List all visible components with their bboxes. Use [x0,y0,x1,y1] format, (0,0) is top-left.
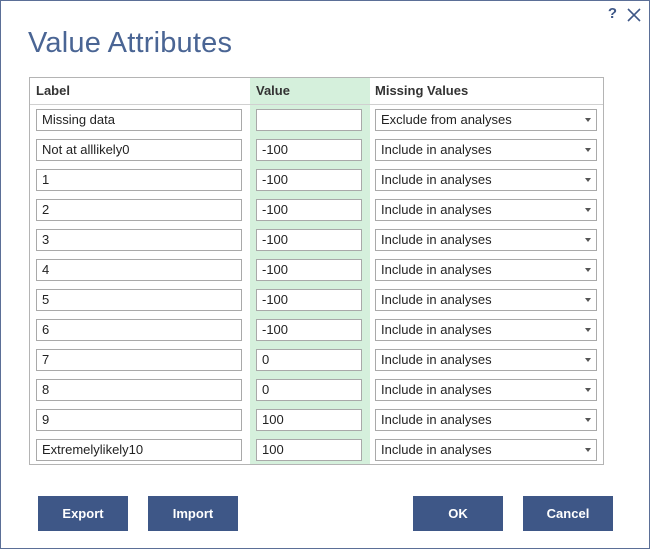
missing-values-selected: Include in analyses [381,352,492,367]
chevron-down-icon[interactable] [585,358,591,362]
missing-values-dropdown[interactable]: Exclude from analyses [375,109,597,131]
value-input[interactable]: -100 [256,169,362,191]
missing-values-dropdown[interactable]: Include in analyses [375,379,597,401]
value-input[interactable]: -100 [256,259,362,281]
cancel-button[interactable]: Cancel [523,496,613,531]
chevron-down-icon[interactable] [585,208,591,212]
close-icon[interactable] [627,7,641,22]
table-row: 8 0 Include in analyses [30,379,603,403]
missing-values-selected: Include in analyses [381,412,492,427]
missing-values-dropdown[interactable]: Include in analyses [375,289,597,311]
missing-values-selected: Include in analyses [381,172,492,187]
value-input[interactable]: -100 [256,139,362,161]
missing-values-selected: Include in analyses [381,292,492,307]
value-input[interactable]: 0 [256,349,362,371]
missing-values-dropdown[interactable]: Include in analyses [375,169,597,191]
missing-values-selected: Include in analyses [381,382,492,397]
export-button[interactable]: Export [38,496,128,531]
label-column-header: Label [36,83,70,98]
label-input[interactable]: 8 [36,379,242,401]
import-button[interactable]: Import [148,496,238,531]
table-row: 5 -100 Include in analyses [30,289,603,313]
value-column-header: Value [256,83,290,98]
help-icon[interactable]: ? [608,5,617,23]
label-input[interactable]: 2 [36,199,242,221]
dialog-title: Value Attributes [28,27,233,59]
table-row: 7 0 Include in analyses [30,349,603,373]
ok-button[interactable]: OK [413,496,503,531]
label-input[interactable]: Not at alllikely0 [36,139,242,161]
chevron-down-icon[interactable] [585,268,591,272]
missing-values-dropdown[interactable]: Include in analyses [375,229,597,251]
table-row: 1 -100 Include in analyses [30,169,603,193]
value-input[interactable]: -100 [256,229,362,251]
missing-values-dropdown[interactable]: Include in analyses [375,409,597,431]
label-input[interactable]: 6 [36,319,242,341]
label-input[interactable]: 1 [36,169,242,191]
value-attributes-grid: Label Value Missing Values Missing data E… [29,77,604,465]
missing-values-dropdown[interactable]: Include in analyses [375,199,597,221]
table-row: Not at alllikely0 -100 Include in analyses [30,139,603,163]
table-row: 2 -100 Include in analyses [30,199,603,223]
value-input[interactable]: 0 [256,379,362,401]
missing-values-dropdown[interactable]: Include in analyses [375,319,597,341]
missing-values-dropdown[interactable]: Include in analyses [375,259,597,281]
title-bar-controls: ? [608,5,641,23]
label-input[interactable]: 7 [36,349,242,371]
chevron-down-icon[interactable] [585,448,591,452]
chevron-down-icon[interactable] [585,148,591,152]
missing-values-selected: Include in analyses [381,232,492,247]
label-input[interactable]: Missing data [36,109,242,131]
missing-values-dropdown[interactable]: Include in analyses [375,349,597,371]
value-input[interactable]: -100 [256,289,362,311]
chevron-down-icon[interactable] [585,298,591,302]
table-row: Extremelylikely10 100 Include in analyses [30,439,603,463]
missing-values-dropdown[interactable]: Include in analyses [375,439,597,461]
table-row: 6 -100 Include in analyses [30,319,603,343]
table-row: 4 -100 Include in analyses [30,259,603,283]
label-input[interactable]: 4 [36,259,242,281]
label-input[interactable]: 3 [36,229,242,251]
missing-values-dropdown[interactable]: Include in analyses [375,139,597,161]
label-input[interactable]: 5 [36,289,242,311]
missing-values-selected: Include in analyses [381,262,492,277]
chevron-down-icon[interactable] [585,178,591,182]
label-input[interactable]: Extremelylikely10 [36,439,242,461]
value-input[interactable]: -100 [256,319,362,341]
table-row: 3 -100 Include in analyses [30,229,603,253]
missing-values-selected: Exclude from analyses [381,112,512,127]
missing-values-selected: Include in analyses [381,142,492,157]
chevron-down-icon[interactable] [585,418,591,422]
value-input[interactable]: -100 [256,199,362,221]
value-input[interactable]: 100 [256,409,362,431]
chevron-down-icon[interactable] [585,118,591,122]
header-divider [30,104,603,105]
label-input[interactable]: 9 [36,409,242,431]
value-attributes-dialog: ? Value Attributes Label Value Missing V… [0,0,650,549]
value-input[interactable]: 100 [256,439,362,461]
missing-values-selected: Include in analyses [381,322,492,337]
value-input[interactable] [256,109,362,131]
missing-values-selected: Include in analyses [381,442,492,457]
chevron-down-icon[interactable] [585,388,591,392]
missing-values-selected: Include in analyses [381,202,492,217]
chevron-down-icon[interactable] [585,328,591,332]
table-row: Missing data Exclude from analyses [30,109,603,133]
missing-values-column-header: Missing Values [375,83,469,98]
table-row: 9 100 Include in analyses [30,409,603,433]
chevron-down-icon[interactable] [585,238,591,242]
